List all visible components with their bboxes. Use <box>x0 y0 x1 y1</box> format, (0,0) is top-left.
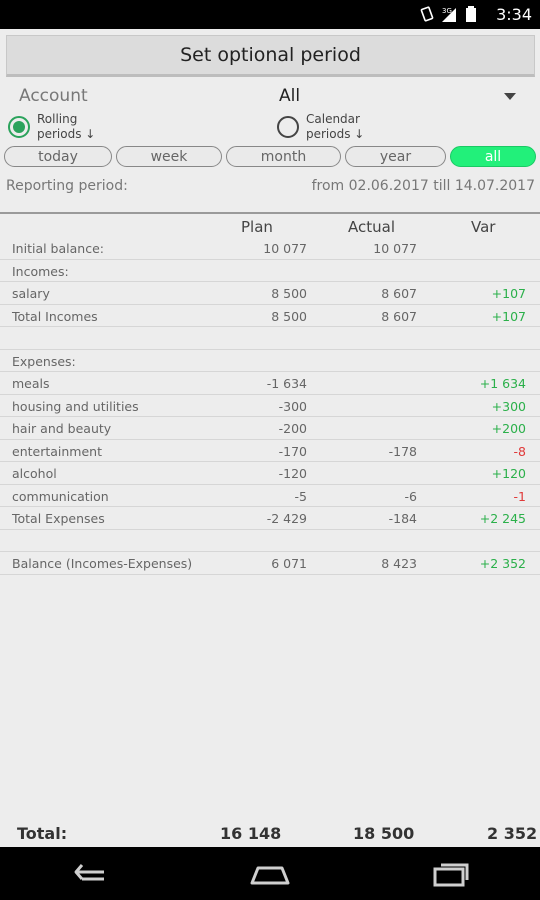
row-name: meals <box>12 376 50 391</box>
nav-bar <box>0 847 540 900</box>
row-var: +200 <box>491 421 526 436</box>
total-actual: 18 500 <box>353 824 415 843</box>
row-plan: -2 429 <box>266 511 307 526</box>
table-row: alcohol -120 +120 <box>0 462 540 485</box>
status-bar: 3G 3:34 <box>0 0 540 29</box>
row-var: +2 352 <box>479 556 526 571</box>
pill-week[interactable]: week <box>116 146 222 167</box>
svg-text:3G: 3G <box>442 7 452 15</box>
set-optional-period-button[interactable]: Set optional period <box>6 35 535 77</box>
table-header: Plan Actual Var <box>0 215 540 237</box>
battery-icon <box>466 6 476 22</box>
header-actual: Actual <box>348 218 395 236</box>
row-plan: 10 077 <box>263 241 307 256</box>
row-var: -1 <box>513 488 526 504</box>
status-time: 3:34 <box>496 5 532 24</box>
rolling-periods-label[interactable]: Rolling periods ↓ <box>37 112 107 142</box>
table-body: Initial balance: 10 077 10 077 Incomes: sala… <box>0 237 540 575</box>
budget-table: Plan Actual Var Initial balance: 10 077 10… <box>0 215 540 575</box>
total-label: Total: <box>17 824 68 843</box>
row-name: communication <box>12 488 109 504</box>
row-name: Total Expenses <box>12 511 105 526</box>
row-name: Initial balance: <box>12 241 104 256</box>
table-row: Balance (Incomes-Expenses) 6 071 8 423 +2 3… <box>0 552 540 575</box>
row-var: +120 <box>491 466 526 481</box>
row-var: +300 <box>491 398 526 414</box>
row-actual: -178 <box>388 443 417 459</box>
reporting-period-value: from 02.06.2017 till 14.07.2017 <box>311 178 535 194</box>
row-plan: 6 071 <box>271 556 307 571</box>
table-row: Initial balance: 10 077 10 077 <box>0 237 540 260</box>
pill-today[interactable]: today <box>4 146 112 167</box>
table-row: entertainment -170 -178 -8 <box>0 440 540 462</box>
account-value[interactable]: All <box>279 86 300 106</box>
row-plan: -1 634 <box>266 376 307 391</box>
table-row: Incomes: <box>0 260 540 282</box>
row-actual: 8 423 <box>381 556 417 571</box>
row-var: +2 245 <box>479 511 526 526</box>
calendar-periods-label[interactable]: Calendar periods ↓ <box>306 112 376 142</box>
calendar-periods-radio[interactable] <box>277 116 299 138</box>
row-plan: -170 <box>278 443 307 459</box>
table-row: hair and beauty -200 +200 <box>0 417 540 440</box>
row-var: +107 <box>491 286 526 301</box>
account-label: Account <box>19 86 88 106</box>
rotate-icon <box>420 6 434 22</box>
header-var: Var <box>471 218 496 236</box>
row-name: Incomes: <box>12 263 69 279</box>
row-plan: -5 <box>294 488 307 504</box>
header-plan: Plan <box>241 218 273 236</box>
status-icons: 3G <box>420 5 478 23</box>
total-plan: 16 148 <box>220 824 282 843</box>
main-content: Set optional period Account All Rolling … <box>0 29 540 847</box>
rolling-periods-radio[interactable] <box>8 116 30 138</box>
row-var: -8 <box>513 443 526 459</box>
table-row: meals -1 634 +1 634 <box>0 372 540 395</box>
reporting-period: Reporting period: from 02.06.2017 till 1… <box>0 178 540 198</box>
row-name: alcohol <box>12 466 57 481</box>
home-icon[interactable] <box>248 859 292 889</box>
table-row <box>0 327 540 350</box>
table-row: Total Incomes 8 500 8 607 +107 <box>0 305 540 327</box>
row-actual: -6 <box>404 488 417 504</box>
period-pills: today week month year all <box>4 146 538 168</box>
row-name: entertainment <box>12 443 102 459</box>
dropdown-arrow-icon[interactable] <box>504 93 516 100</box>
table-row: salary 8 500 8 607 +107 <box>0 282 540 305</box>
row-name: Total Incomes <box>12 308 98 324</box>
table-row: communication -5 -6 -1 <box>0 485 540 507</box>
period-type-radios: Rolling periods ↓ Calendar periods ↓ <box>0 111 540 145</box>
pill-year[interactable]: year <box>345 146 446 167</box>
row-var: +107 <box>491 308 526 324</box>
row-plan: -120 <box>278 466 307 481</box>
pill-month[interactable]: month <box>226 146 341 167</box>
row-name: hair and beauty <box>12 421 112 436</box>
table-row <box>0 530 540 552</box>
account-selector[interactable]: Account All <box>0 84 540 110</box>
table-row: housing and utilities -300 +300 <box>0 395 540 417</box>
table-row: Expenses: <box>0 350 540 372</box>
row-name: housing and utilities <box>12 398 139 414</box>
signal-3g-icon: 3G <box>442 7 456 22</box>
row-actual: 8 607 <box>381 286 417 301</box>
row-plan: -300 <box>278 398 307 414</box>
back-icon[interactable] <box>68 859 112 889</box>
row-plan: -200 <box>278 421 307 436</box>
table-row: Total Expenses -2 429 -184 +2 245 <box>0 507 540 530</box>
row-name: Balance (Incomes-Expenses) <box>12 556 193 571</box>
row-name: salary <box>12 286 50 301</box>
row-plan: 8 500 <box>271 308 307 324</box>
row-name: Expenses: <box>12 353 76 369</box>
row-var: +1 634 <box>479 376 526 391</box>
row-actual: 8 607 <box>381 308 417 324</box>
row-actual: 10 077 <box>373 241 417 256</box>
row-plan: 8 500 <box>271 286 307 301</box>
total-var: 2 352 <box>487 824 538 843</box>
row-actual: -184 <box>388 511 417 526</box>
totals-row: Total: 16 148 18 500 2 352 <box>0 821 540 847</box>
divider <box>0 212 540 214</box>
pill-all[interactable]: all <box>450 146 536 167</box>
recents-icon[interactable] <box>429 859 473 889</box>
reporting-period-label: Reporting period: <box>6 178 128 194</box>
